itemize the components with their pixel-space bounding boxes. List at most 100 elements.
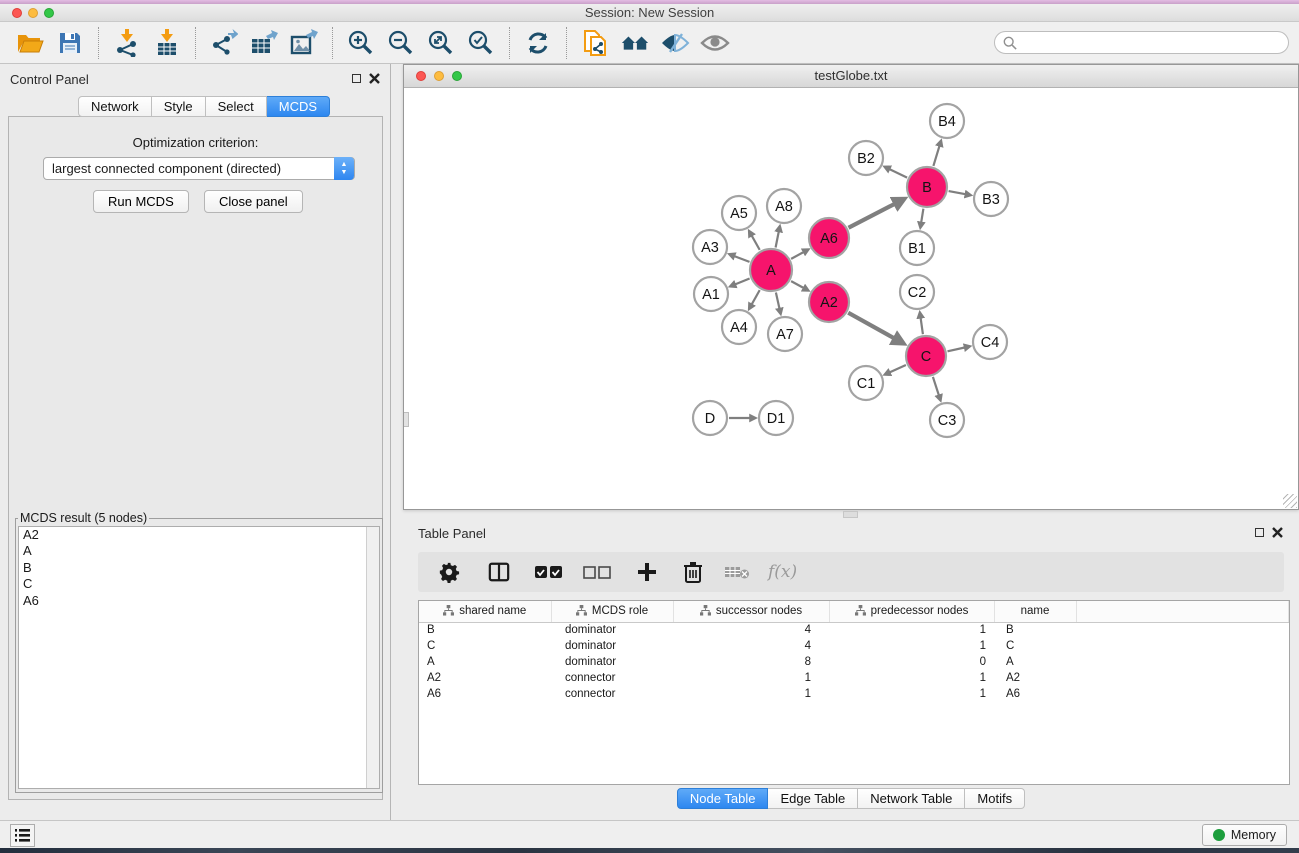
close-window-button[interactable]	[12, 8, 22, 18]
tab-style[interactable]: Style	[152, 96, 206, 117]
minimize-network-button[interactable]	[434, 71, 444, 81]
column-header-predecessor-nodes[interactable]: predecessor nodes	[829, 601, 994, 622]
tab-edge-table[interactable]: Edge Table	[768, 788, 858, 809]
cell-name[interactable]: C	[994, 638, 1076, 654]
cell-successor-nodes[interactable]: 4	[673, 622, 829, 638]
float-panel-icon[interactable]	[1255, 528, 1264, 537]
mcds-result-item[interactable]: A	[19, 543, 379, 559]
cell-shared-name[interactable]: A2	[419, 670, 551, 686]
settings-gear-icon[interactable]	[434, 558, 464, 586]
network-canvas[interactable]: B4B2BB3A8A5A6A3B1AA1C2A2A4A7C4CC1C3DD1	[404, 88, 1298, 509]
deselect-all-checkboxes-icon[interactable]	[582, 558, 612, 586]
graph-edge-C-C3[interactable]	[933, 377, 939, 396]
cell-successor-nodes[interactable]: 8	[673, 654, 829, 670]
mcds-result-item[interactable]: C	[19, 576, 379, 592]
mcds-result-item[interactable]: B	[19, 560, 379, 576]
table-row[interactable]: A6connector11A6	[419, 686, 1289, 702]
graph-edge-A6-B[interactable]	[849, 204, 896, 228]
column-header-successor-nodes[interactable]: successor nodes	[673, 601, 829, 622]
cell-predecessor-nodes[interactable]: 0	[829, 654, 994, 670]
float-panel-icon[interactable]	[352, 74, 361, 83]
tab-mcds[interactable]: MCDS	[267, 96, 330, 117]
import-table-icon[interactable]	[152, 28, 182, 58]
graph-edge-B-B3[interactable]	[949, 191, 966, 194]
cell-successor-nodes[interactable]: 4	[673, 638, 829, 654]
scrollbar-track[interactable]	[366, 527, 379, 788]
cell-name[interactable]: A2	[994, 670, 1076, 686]
mcds-result-item[interactable]: A6	[19, 593, 379, 609]
close-network-button[interactable]	[416, 71, 426, 81]
search-field[interactable]	[994, 31, 1289, 54]
tab-select[interactable]: Select	[206, 96, 267, 117]
cell-MCDS-role[interactable]: dominator	[551, 622, 673, 638]
export-table-icon[interactable]	[249, 28, 279, 58]
tab-node-table[interactable]: Node Table	[677, 788, 769, 809]
cell-name[interactable]: B	[994, 622, 1076, 638]
graph-edge-C-C1[interactable]	[890, 365, 906, 372]
table-row[interactable]: Bdominator41B	[419, 622, 1289, 638]
network-window-titlebar[interactable]: testGlobe.txt	[404, 65, 1298, 88]
graph-edge-C-C4[interactable]	[948, 348, 965, 352]
cell-MCDS-role[interactable]: dominator	[551, 654, 673, 670]
column-header-shared-name[interactable]: shared name	[419, 601, 551, 622]
close-panel-icon[interactable]	[369, 73, 380, 84]
graph-edge-B-B2[interactable]	[889, 169, 907, 178]
graph-edge-A-A1[interactable]	[735, 279, 750, 285]
cell-MCDS-role[interactable]: connector	[551, 686, 673, 702]
graph-edge-A2-C[interactable]	[848, 313, 894, 339]
zoom-out-icon[interactable]	[386, 28, 416, 58]
zoom-in-icon[interactable]	[346, 28, 376, 58]
run-mcds-button[interactable]: Run MCDS	[93, 190, 189, 213]
task-history-button[interactable]	[10, 824, 35, 847]
panel-divider-grip[interactable]	[843, 511, 858, 518]
minimize-window-button[interactable]	[28, 8, 38, 18]
show-all-eye-icon[interactable]	[700, 28, 730, 58]
graph-edge-A-A5[interactable]	[752, 236, 760, 250]
cell-shared-name[interactable]: A6	[419, 686, 551, 702]
cell-successor-nodes[interactable]: 1	[673, 670, 829, 686]
save-session-icon[interactable]	[55, 28, 85, 58]
import-network-icon[interactable]	[112, 28, 142, 58]
window-resize-grip[interactable]	[1283, 494, 1297, 508]
export-network-icon[interactable]	[209, 28, 239, 58]
memory-button[interactable]: Memory	[1202, 824, 1287, 846]
home-icon[interactable]	[620, 28, 650, 58]
hide-selected-eye-icon[interactable]	[660, 28, 690, 58]
tab-network-table[interactable]: Network Table	[858, 788, 965, 809]
zoom-selected-icon[interactable]	[466, 28, 496, 58]
graph-edge-B-B4[interactable]	[933, 146, 939, 166]
cell-shared-name[interactable]: C	[419, 638, 551, 654]
cell-shared-name[interactable]: A	[419, 654, 551, 670]
export-image-icon[interactable]	[289, 28, 319, 58]
cell-name[interactable]: A6	[994, 686, 1076, 702]
cell-MCDS-role[interactable]: dominator	[551, 638, 673, 654]
cell-name[interactable]: A	[994, 654, 1076, 670]
cell-MCDS-role[interactable]: connector	[551, 670, 673, 686]
mcds-result-list[interactable]: A2ABCA6	[18, 526, 380, 789]
graph-edge-C-C2[interactable]	[921, 318, 923, 335]
canvas-edge-grip[interactable]	[404, 412, 409, 427]
cell-predecessor-nodes[interactable]: 1	[829, 670, 994, 686]
cell-predecessor-nodes[interactable]: 1	[829, 686, 994, 702]
node-table[interactable]: shared nameMCDS rolesuccessor nodesprede…	[418, 600, 1290, 785]
table-row[interactable]: A2connector11A2	[419, 670, 1289, 686]
network-graph[interactable]: B4B2BB3A8A5A6A3B1AA1C2A2A4A7C4CC1C3DD1	[404, 88, 1298, 509]
graph-edge-A-A3[interactable]	[734, 256, 749, 262]
zoom-fit-icon[interactable]	[426, 28, 456, 58]
column-header-MCDS-role[interactable]: MCDS role	[551, 601, 673, 622]
delete-column-icon[interactable]	[678, 558, 708, 586]
graph-edge-A-A2[interactable]	[791, 281, 804, 288]
cell-predecessor-nodes[interactable]: 1	[829, 638, 994, 654]
graph-edge-A-A4[interactable]	[752, 290, 760, 304]
cell-successor-nodes[interactable]: 1	[673, 686, 829, 702]
maximize-network-button[interactable]	[452, 71, 462, 81]
graph-edge-A-A6[interactable]	[791, 252, 804, 259]
select-all-checkboxes-icon[interactable]	[534, 558, 564, 586]
tab-network[interactable]: Network	[78, 96, 152, 117]
maximize-window-button[interactable]	[44, 8, 54, 18]
optimization-criterion-select[interactable]: largest connected component (directed) ▲…	[43, 157, 355, 180]
cell-predecessor-nodes[interactable]: 1	[829, 622, 994, 638]
add-column-icon[interactable]	[632, 558, 662, 586]
graph-edge-A-A8[interactable]	[776, 231, 779, 247]
close-panel-button[interactable]: Close panel	[204, 190, 303, 213]
